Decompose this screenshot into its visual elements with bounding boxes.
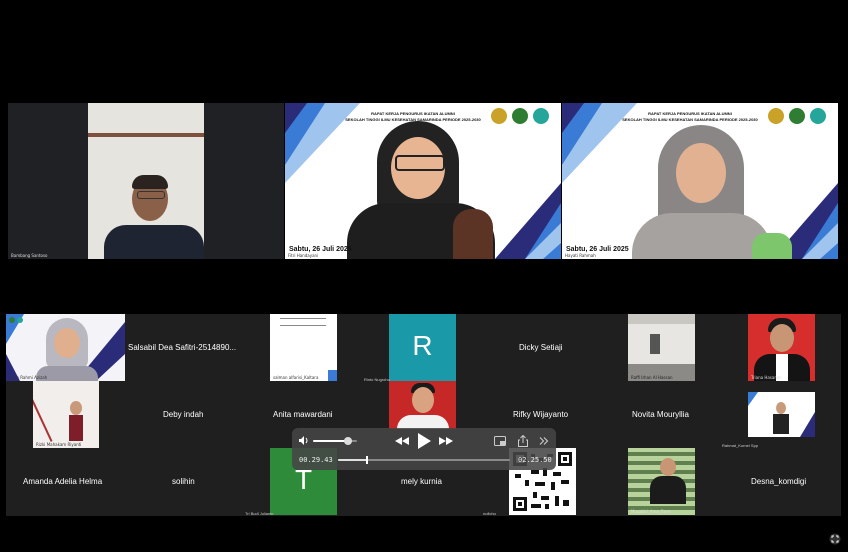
meeting-date: Sabtu, 26 Juli 2025 (566, 246, 629, 253)
logo-emblem-2 (789, 108, 805, 124)
participant-name-rinto: Rinto Nugroho (364, 377, 390, 382)
expand-icon[interactable] (829, 533, 841, 545)
remaining-time: 02.25.50 (518, 456, 552, 464)
participant-name: Hayati Rahmah (565, 253, 596, 258)
video-tile-musabiri[interactable]: Musabiri_Ama_Farm (628, 448, 695, 515)
banner-title: RAPAT KERJA PENGURUS IKATAN ALUMNI SEKOL… (622, 111, 758, 122)
person-glasses (137, 191, 165, 199)
logo-emblem (17, 317, 23, 323)
video-tile-triana[interactable]: Triana Hasanah (748, 314, 815, 381)
avatar-letter: R (412, 330, 433, 361)
person-hair (132, 175, 168, 189)
participant-name: Aulia Rahmi Azizah (9, 375, 48, 380)
participant-name-mely[interactable]: mely kurnia (401, 477, 442, 486)
video-tile-hayati[interactable]: RAPAT KERJA PENGURUS IKATAN ALUMNI SEKOL… (562, 103, 838, 259)
participant-name-amanda[interactable]: Amanda Adelia Helma (23, 477, 102, 486)
building-wall (628, 324, 695, 364)
play-icon[interactable] (417, 433, 431, 449)
person-face (70, 401, 82, 415)
video-tile-rahmat[interactable] (748, 392, 815, 437)
participant-name-dicky[interactable]: Dicky Setiaji (519, 343, 563, 352)
banner-corner (328, 370, 337, 381)
person-body (773, 414, 789, 434)
progress-playhead[interactable] (366, 456, 369, 464)
logo-emblem-3 (810, 108, 826, 124)
building-door (650, 334, 660, 354)
person-glasses (395, 155, 445, 171)
participant-name: Raffi Irhan Al Hassan (631, 375, 673, 380)
participant-name: Triana Hasanah (751, 375, 782, 380)
participant-name-desna[interactable]: Desna_komdigi (751, 477, 806, 486)
person-shirt-green (752, 233, 792, 259)
stairs-line (33, 391, 53, 442)
participant-name-tri: Tri Budi Julianto (245, 511, 274, 516)
pip-icon[interactable] (494, 436, 506, 446)
volume-slider[interactable] (313, 437, 357, 445)
participant-name: Bambang Santoso (11, 253, 48, 258)
meeting-date: Sabtu, 26 Juli 2025 (289, 246, 352, 253)
volume-icon[interactable] (299, 436, 309, 445)
logo-emblem-3 (533, 108, 549, 124)
participant-name: Rizki Mahakam Riyanti (36, 442, 82, 447)
progress-fill (338, 459, 368, 461)
video-tile-rizki[interactable]: Rizki Mahakam Riyanti (33, 381, 99, 448)
participant-name: salman alfarisi_Kaltara (273, 375, 319, 380)
progress-bar[interactable] (338, 456, 510, 464)
video-tile-red-shirt[interactable] (389, 381, 456, 429)
person-shirt (397, 415, 449, 429)
person-face (54, 328, 80, 358)
video-tile-fitri[interactable]: RAPAT KERJA PENGURUS IKATAN ALUMNI SEKOL… (285, 103, 561, 259)
video-tile-aulia[interactable]: Aulia Rahmi Azizah (6, 314, 125, 381)
letter-avatar-rinto[interactable]: R (389, 314, 456, 381)
logo-emblem (9, 317, 15, 323)
participant-name-nufichu: nufichu (483, 511, 496, 516)
participant-name: Fitri Handayani (288, 253, 319, 258)
participant-name-anita[interactable]: Anita mawardani (273, 410, 333, 419)
person-face (776, 402, 786, 414)
person-face (660, 458, 676, 476)
participant-name-novita[interactable]: Novita Mouryllia (632, 410, 689, 419)
banner-text-lines (280, 318, 326, 326)
participant-name-solihin[interactable]: solihin (172, 477, 195, 486)
video-tile-raffi[interactable]: Raffi Irhan Al Hassan (628, 314, 695, 381)
participant-name-deby[interactable]: Deby indah (163, 410, 203, 419)
current-time: 00.29.43 (299, 456, 333, 464)
participant-name-rifky[interactable]: Rifky Wijayanto (513, 410, 568, 419)
person-shirt (104, 225, 204, 259)
person-face (770, 324, 794, 352)
person-body (632, 213, 772, 259)
participant-name: Musabiri_Ama_Farm (631, 509, 671, 514)
person-scarf-pattern (453, 209, 493, 259)
person-face (412, 387, 434, 413)
volume-knob[interactable] (344, 437, 353, 445)
logo-emblem-2 (512, 108, 528, 124)
rewind-icon[interactable] (395, 437, 409, 445)
logo-emblem-1 (768, 108, 784, 124)
volume-fill (313, 440, 349, 442)
person-body (650, 476, 686, 504)
person-body (69, 415, 83, 441)
media-player-controls: 00.29.43 02.25.50 (292, 428, 556, 470)
participant-name-salsabil[interactable]: Salsabil Dea Safitri-2514890... (128, 343, 236, 352)
logo-emblem-1 (491, 108, 507, 124)
chevrons-icon[interactable] (539, 437, 549, 445)
fast-forward-icon[interactable] (439, 437, 453, 445)
person-face (676, 143, 726, 203)
participant-name-rahmat: Rahmat_Kornel Spp (722, 443, 759, 448)
wall-shelf (88, 133, 204, 137)
video-tile-bambang[interactable]: Bambang Santoso (8, 103, 284, 259)
share-icon[interactable] (518, 435, 528, 447)
video-tile-salman[interactable]: salman alfarisi_Kaltara (270, 314, 337, 381)
